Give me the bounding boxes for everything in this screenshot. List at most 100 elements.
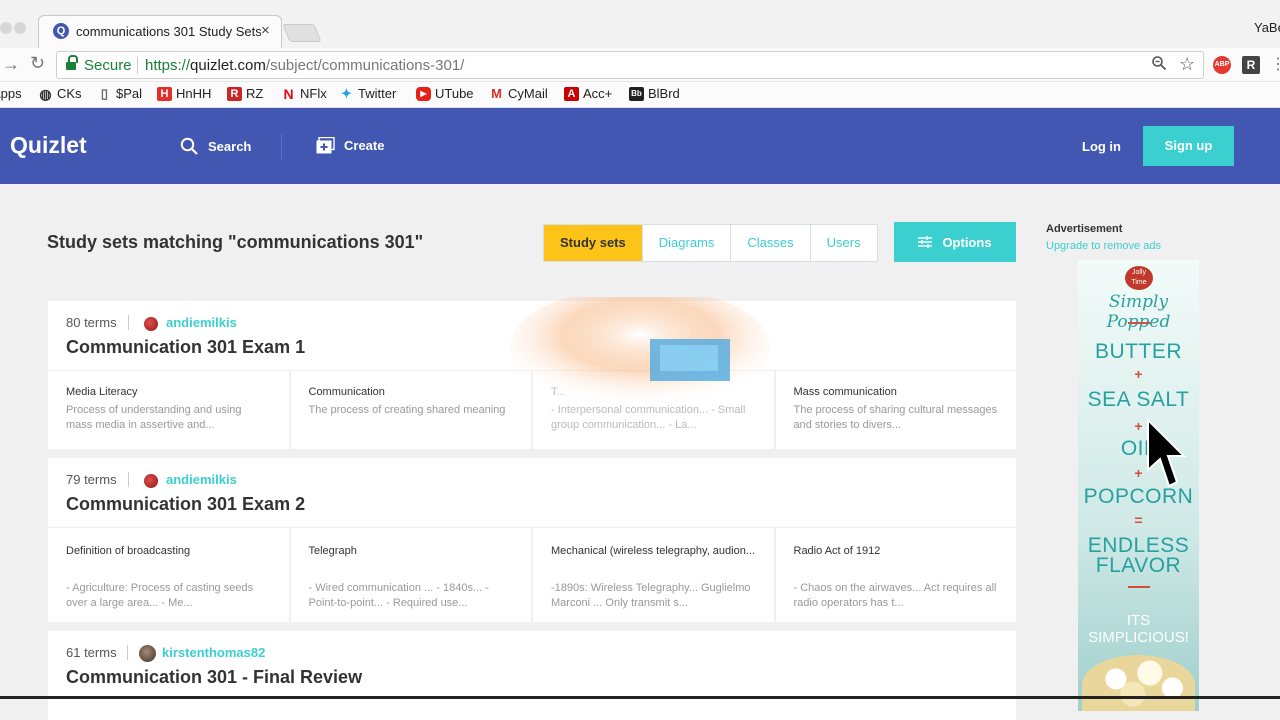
url-path: /subject/communications-301/ — [265, 57, 465, 74]
browser-menu-icon[interactable]: ⋮ — [1270, 54, 1280, 74]
term-definition: -1890s: Wireless Telegraphy... Guglielmo… — [551, 582, 751, 609]
author-link[interactable]: kirstenthomas82 — [162, 645, 265, 660]
bookmark-label: CKs — [57, 86, 82, 101]
bookmarks-bar: Apps ◍ CKs ▯ $Pal H HnHH R RZ N NFlx ✦ Twitter… — [0, 82, 1280, 108]
forward-arrow-icon[interactable]: → — [2, 54, 20, 75]
card-header: 61 terms kirstenthomas82 Communication 3… — [48, 631, 1016, 701]
url-text[interactable]: https://quizlet.com/subject/communicatio… — [145, 57, 464, 74]
signup-button[interactable]: Sign up — [1143, 126, 1234, 166]
set-title[interactable]: Communication 301 - Final Review — [66, 667, 362, 688]
tab-study-sets[interactable]: Study sets — [544, 225, 643, 261]
quizlet-favicon-icon: Q — [53, 23, 69, 39]
tab-classes[interactable]: Classes — [731, 225, 811, 261]
tab-close-icon[interactable]: × — [261, 22, 270, 39]
term-preview: Mechanical (wireless telegraphy, audion.… — [533, 528, 776, 622]
advertisement-label: Advertisement — [1046, 223, 1123, 235]
url-protocol: https:// — [145, 57, 191, 74]
site-header: Quizlet Search Create Log in Sign up — [0, 108, 1280, 184]
term-definition: - Chaos on the airwaves... Act requires … — [793, 582, 997, 609]
avatar — [144, 317, 158, 331]
tab-title: communications 301 Study Sets — [76, 24, 261, 39]
term-word: Media Literacy — [66, 386, 138, 398]
address-bar[interactable]: Secure https://quizlet.com/subject/commu… — [56, 51, 1204, 79]
browser-tab[interactable]: Q communications 301 Study Sets × — [38, 15, 282, 49]
ad-word: FLAVOR — [1095, 554, 1182, 577]
ad-slogan: Simply Popped — [1106, 292, 1171, 332]
meta-divider — [128, 315, 129, 330]
avatar — [144, 474, 158, 488]
term-preview: Media Literacy Process of understanding … — [48, 371, 291, 449]
lock-icon — [66, 55, 78, 71]
term-preview-row: Definition of broadcasting - Agriculture… — [48, 528, 1016, 622]
ad-tagline: ITS SIMPLICIOUS! — [1078, 612, 1199, 646]
zoom-icon[interactable] — [1151, 55, 1167, 76]
bookmark-label: BlBrd — [648, 86, 680, 101]
bookmark-cks[interactable]: ◍ CKs — [38, 85, 82, 102]
jolly-time-logo: Jolly Time — [1125, 266, 1153, 290]
author-link[interactable]: andiemilkis — [166, 472, 237, 487]
login-link[interactable]: Log in — [1082, 139, 1121, 154]
bookmark-acc[interactable]: A Acc+ — [564, 86, 612, 101]
search-button[interactable]: Search — [180, 137, 251, 156]
bookmark-label: Apps — [0, 86, 22, 101]
bookmark-blackboard[interactable]: Bb BlBrd — [629, 86, 680, 101]
bookmark-twitter[interactable]: ✦ Twitter — [339, 86, 396, 101]
term-preview: Telegraph - Wired communication ... - 18… — [291, 528, 533, 622]
bookmark-pal[interactable]: ▯ $Pal — [97, 86, 142, 101]
bookmark-label: NFlx — [300, 86, 327, 101]
sliders-icon — [918, 236, 933, 248]
window-minimize-button[interactable] — [14, 22, 26, 34]
meta-divider — [128, 472, 129, 487]
bookmark-cymail[interactable]: M CyMail — [489, 86, 548, 101]
screen-bottom-edge — [0, 696, 1280, 699]
study-set-card[interactable]: 80 terms andiemilkis Communication 301 E… — [48, 297, 1017, 449]
term-word: Radio Act of 1912 — [793, 545, 881, 557]
profile-name[interactable]: YaBe — [1254, 20, 1280, 35]
adblock-extension-icon[interactable]: ABP — [1213, 56, 1231, 74]
quizlet-logo[interactable]: Quizlet — [10, 132, 87, 159]
bookmark-hnhh[interactable]: H HnHH — [157, 86, 211, 101]
bookmark-youtube[interactable]: ▶ UTube — [416, 86, 474, 101]
tab-users[interactable]: Users — [811, 225, 877, 261]
url-host: quizlet.com — [190, 57, 266, 74]
remove-ads-link[interactable]: Upgrade to remove ads — [1046, 240, 1161, 252]
ck-icon: ◍ — [39, 85, 52, 102]
bookmark-label: UTube — [435, 86, 474, 101]
options-button[interactable]: Options — [894, 222, 1016, 262]
set-title[interactable]: Communication 301 Exam 2 — [66, 494, 305, 515]
ad-tagline-line: SIMPLICIOUS! — [1088, 629, 1189, 646]
term-preview: Mass communication The process of sharin… — [776, 371, 1017, 449]
term-count: 80 terms — [66, 315, 117, 330]
mouse-cursor-icon — [1147, 418, 1186, 488]
popcorn-image — [1082, 655, 1195, 711]
bookmark-label: CyMail — [508, 86, 548, 101]
study-set-card[interactable]: 61 terms kirstenthomas82 Communication 3… — [48, 631, 1016, 720]
term-definition: The process of creating shared meaning — [308, 404, 506, 416]
term-count: 79 terms — [66, 472, 117, 487]
bookmark-rz[interactable]: R RZ — [227, 86, 263, 101]
term-definition: Process of understanding and using mass … — [66, 404, 242, 431]
author-link[interactable]: andiemilkis — [166, 315, 237, 330]
bookmark-label: Acc+ — [583, 86, 613, 101]
reload-icon[interactable]: ↻ — [30, 53, 45, 74]
ad-divider — [1128, 322, 1150, 324]
browser-toolbar: → ↻ Secure https://quizlet.com/subject/c… — [0, 48, 1280, 82]
study-set-card[interactable]: 79 terms andiemilkis Communication 301 E… — [48, 458, 1016, 622]
ad-equals: = — [1134, 512, 1143, 528]
bookmark-label: $Pal — [116, 86, 143, 101]
term-word: Telegraph — [308, 545, 357, 557]
url-divider — [137, 57, 138, 74]
rz-icon: R — [227, 86, 242, 101]
window-close-button[interactable] — [0, 22, 12, 34]
create-button[interactable]: Create — [316, 137, 384, 154]
bookmark-apps[interactable]: Apps — [0, 86, 22, 101]
search-icon — [180, 137, 198, 155]
meta-divider — [127, 645, 128, 660]
bookmark-star-icon[interactable]: ☆ — [1179, 54, 1195, 75]
set-title[interactable]: Communication 301 Exam 1 — [66, 337, 305, 358]
new-tab-button[interactable] — [282, 24, 322, 42]
tab-diagrams[interactable]: Diagrams — [643, 225, 732, 261]
bookmark-label: Twitter — [358, 86, 397, 101]
r-extension-icon[interactable]: R — [1242, 56, 1260, 74]
bookmark-netflix[interactable]: N NFlx — [281, 86, 327, 101]
